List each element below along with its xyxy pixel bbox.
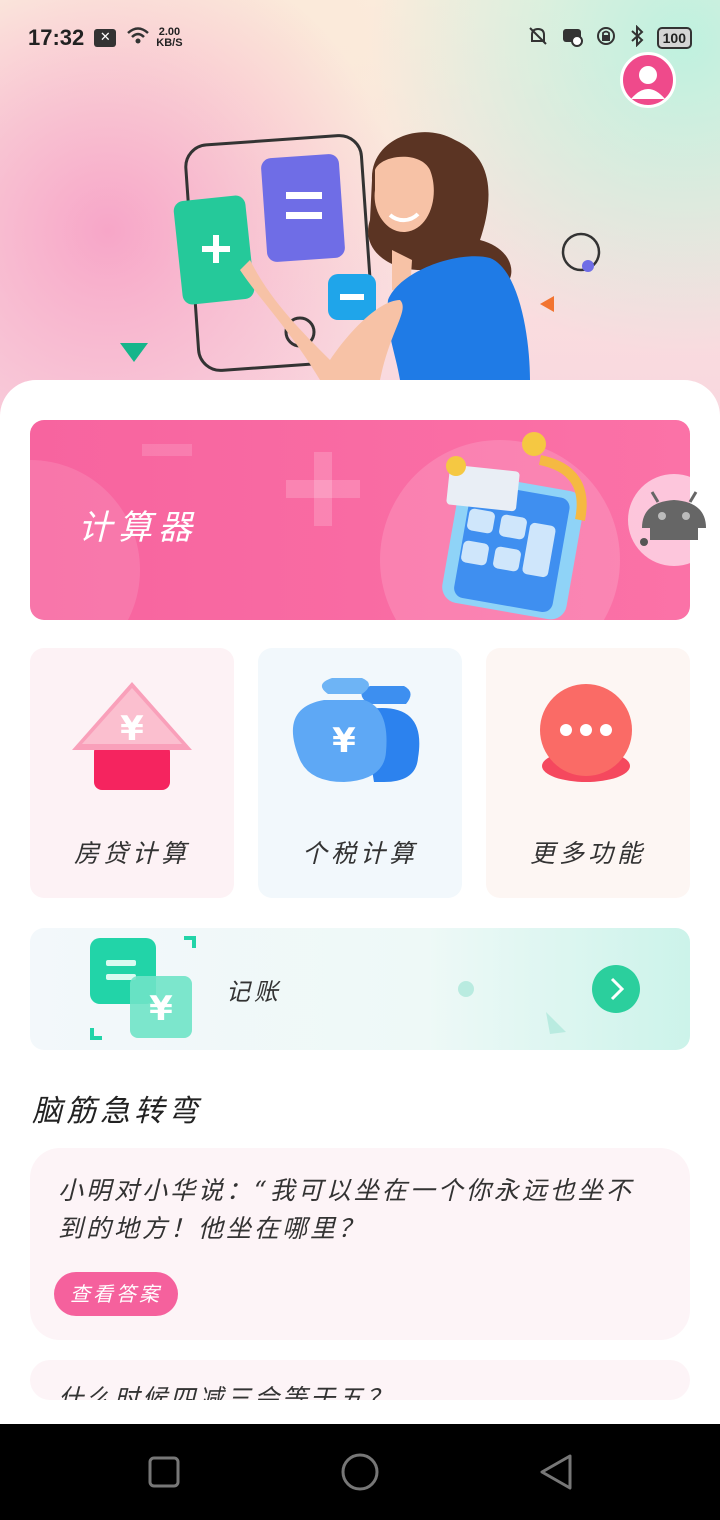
hero-header: 17:32 ✕ 2.00 KB/S 100 — [0, 0, 720, 420]
status-bar: 17:32 ✕ 2.00 KB/S 100 — [0, 0, 720, 76]
recent-apps-button[interactable] — [148, 1456, 180, 1488]
riddle-question: 什么时候四减三会等于五？ — [58, 1384, 395, 1400]
status-icons: 100 — [527, 24, 692, 52]
more-dots-icon — [540, 684, 632, 782]
ledger-decoration — [458, 981, 566, 1034]
ledger-go-button[interactable] — [592, 965, 640, 1013]
tile-more-features[interactable]: 更多功能 — [486, 648, 690, 898]
bluetooth-icon — [629, 24, 645, 52]
status-time: 17:32 — [28, 25, 85, 50]
circle-icon — [341, 1453, 379, 1491]
network-speed: 2.00 KB/S — [156, 27, 182, 49]
ledger-label: 记账 — [226, 978, 282, 1006]
feature-tiles: ¥ 房贷计算 ¥ 个税计算 更多功能 — [30, 648, 690, 898]
banner-title: 计算器 — [78, 508, 198, 548]
network-speed-unit: KB/S — [156, 37, 183, 49]
tile-label: 房贷计算 — [73, 839, 190, 868]
bell-muted-icon — [527, 25, 549, 52]
svg-text:¥: ¥ — [120, 709, 144, 749]
avatar-button[interactable] — [620, 52, 676, 108]
ledger-yuan-icon: ¥ — [90, 936, 196, 1040]
home-button[interactable] — [341, 1453, 379, 1491]
riddle-card: 小明对小华说：“我可以坐在一个你永远也坐不到的地方！他坐在哪里？ 查看答案 — [30, 1148, 690, 1340]
battery-indicator: 100 — [656, 27, 692, 49]
ledger-entry-card[interactable]: ¥ 记账 — [30, 928, 690, 1050]
triangle-back-icon — [540, 1454, 572, 1490]
tile-label: 更多功能 — [529, 839, 646, 868]
wifi-icon — [126, 26, 150, 51]
system-navigation-bar — [0, 1424, 720, 1520]
riddle-question: 小明对小华说：“我可以坐在一个你永远也坐不到的地方！他坐在哪里？ — [58, 1176, 634, 1243]
lock-rotation-icon — [595, 25, 617, 52]
house-yuan-icon: ¥ — [72, 682, 192, 790]
tile-label: 个税计算 — [301, 839, 418, 868]
svg-text:¥: ¥ — [149, 989, 173, 1029]
svg-text:¥: ¥ — [332, 721, 356, 761]
square-icon — [148, 1456, 180, 1488]
user-icon — [631, 66, 665, 99]
tile-mortgage-calculator[interactable]: ¥ 房贷计算 — [30, 648, 234, 898]
floating-assistant-icon[interactable] — [628, 474, 720, 566]
money-bag-icon: ¥ — [292, 678, 420, 782]
view-answer-button[interactable]: 查看答案 — [54, 1272, 178, 1316]
x-square-icon: ✕ — [94, 29, 117, 47]
calculator-banner[interactable]: 计算器 — [30, 420, 690, 620]
chevron-right-icon — [610, 977, 625, 1001]
message-icon — [561, 25, 583, 52]
back-button[interactable] — [540, 1454, 572, 1490]
riddle-card: 什么时候四减三会等于五？ — [30, 1360, 690, 1400]
tile-income-tax-calculator[interactable]: ¥ 个税计算 — [258, 648, 462, 898]
section-title: 脑筋急转弯 — [32, 1094, 202, 1129]
